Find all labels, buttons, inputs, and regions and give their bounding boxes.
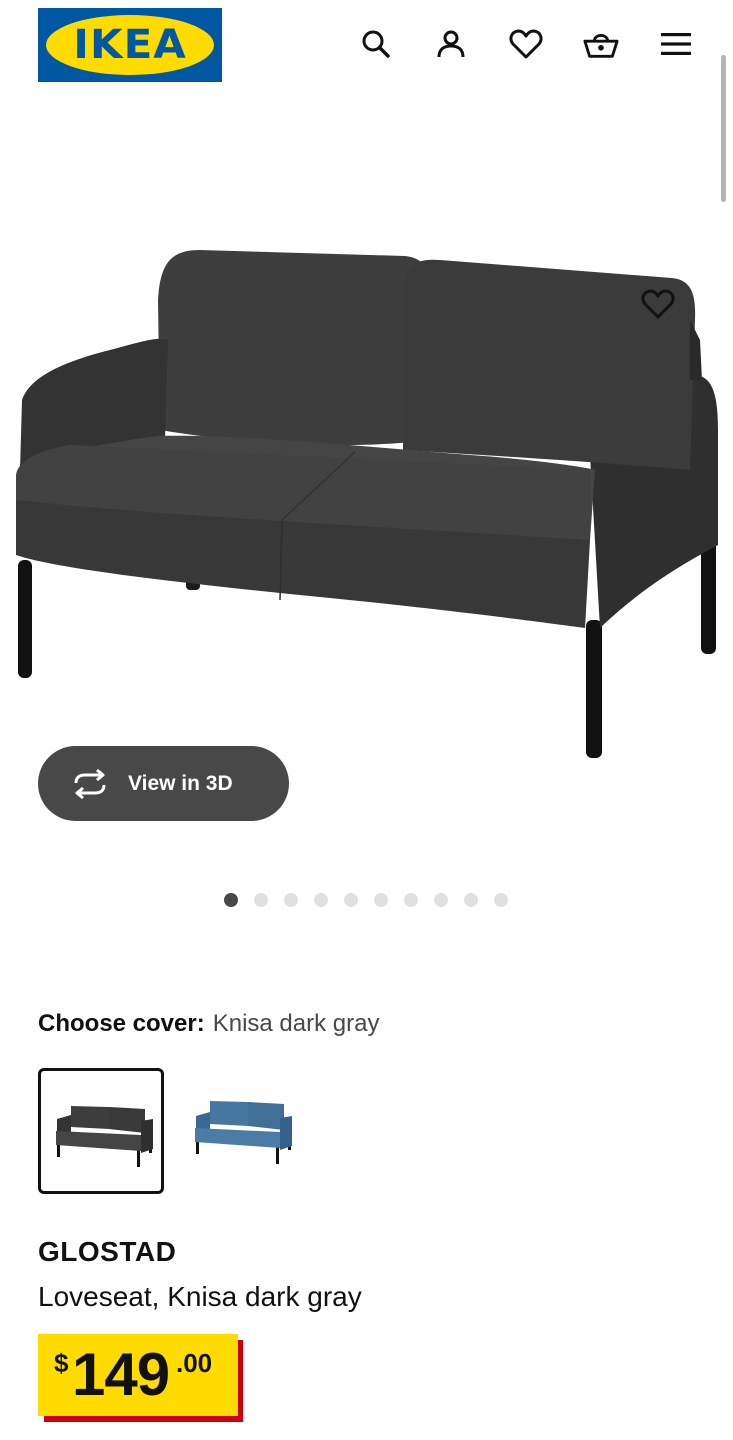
choose-cover: Choose cover: Knisa dark gray: [38, 1010, 379, 1038]
search-icon[interactable]: [358, 26, 394, 62]
logo-oval: IKEA: [46, 15, 214, 75]
blue-loveseat-thumbnail: [195, 1101, 292, 1164]
shopping-basket-icon[interactable]: [583, 26, 619, 62]
view-in-3d-label: View in 3D: [128, 771, 233, 795]
choose-cover-label: Choose cover:: [38, 1010, 205, 1037]
pagination-dot[interactable]: [284, 893, 298, 907]
cover-swatch-dark-gray[interactable]: [38, 1068, 164, 1194]
pagination-dot[interactable]: [344, 893, 358, 907]
pagination-dot[interactable]: [464, 893, 478, 907]
price-tag: $ 149 .00: [38, 1334, 243, 1424]
price-tag-box: $ 149 .00: [38, 1334, 238, 1416]
selected-cover-value: Knisa dark gray: [212, 1010, 380, 1037]
view-in-3d-button[interactable]: View in 3D: [38, 746, 289, 821]
rotate-3d-icon: [70, 768, 110, 799]
price-integer: 149: [72, 1341, 170, 1408]
price-decimal: .00: [176, 1348, 213, 1378]
pagination-dot[interactable]: [434, 893, 448, 907]
dark-gray-loveseat-thumbnail: [56, 1106, 153, 1167]
menu-hamburger-icon[interactable]: [658, 26, 694, 62]
pagination-dot[interactable]: [494, 893, 508, 907]
product-description: Loveseat, Knisa dark gray: [38, 1281, 362, 1312]
ikea-logo[interactable]: IKEA: [38, 8, 222, 82]
pagination-dot[interactable]: [254, 893, 268, 907]
image-pagination-dots: [0, 892, 733, 908]
price-currency: $: [54, 1348, 69, 1378]
logo-text: IKEA: [73, 22, 187, 68]
product-name: GLOSTAD: [38, 1236, 177, 1267]
favorite-heart-icon[interactable]: [636, 282, 680, 326]
pagination-dot[interactable]: [314, 893, 328, 907]
pagination-dot[interactable]: [224, 893, 238, 907]
favorites-heart-icon[interactable]: [508, 26, 544, 62]
account-icon[interactable]: [433, 26, 469, 62]
pagination-dot[interactable]: [404, 893, 418, 907]
header: IKEA: [0, 0, 733, 90]
cover-swatch-blue[interactable]: [180, 1068, 306, 1194]
pagination-dot[interactable]: [374, 893, 388, 907]
